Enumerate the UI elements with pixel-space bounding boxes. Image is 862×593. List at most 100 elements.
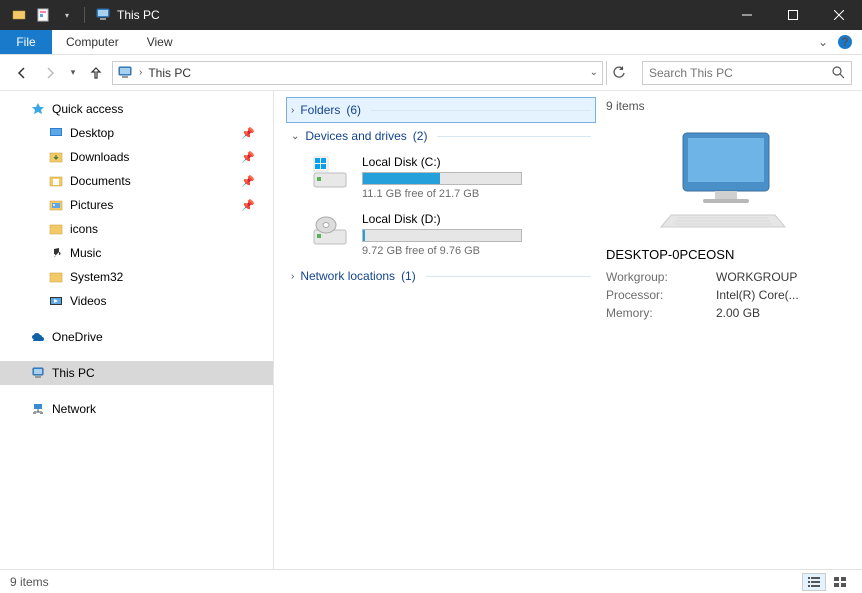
file-tab[interactable]: File (0, 30, 52, 54)
detail-row: Memory: 2.00 GB (606, 306, 840, 320)
detail-row: Processor: Intel(R) Core(... (606, 288, 840, 302)
group-network[interactable]: › Network locations (1) (286, 263, 596, 289)
this-pc-icon (30, 365, 46, 381)
disk-icon (310, 212, 350, 248)
group-count: (6) (346, 103, 361, 117)
drive-free: 11.1 GB free of 21.7 GB (362, 188, 592, 200)
qat-dropdown-icon[interactable]: ▾ (56, 4, 78, 26)
desktop-icon (48, 125, 64, 141)
sidebar-item-label: Quick access (52, 102, 123, 116)
drive-name: Local Disk (D:) (362, 212, 592, 226)
properties-icon[interactable] (32, 4, 54, 26)
sidebar-item-label: Music (70, 246, 101, 260)
downloads-icon (48, 149, 64, 165)
view-large-icons-button[interactable] (828, 573, 852, 591)
group-label: Devices and drives (305, 129, 406, 143)
drive-name: Local Disk (C:) (362, 155, 592, 169)
drive-usage-bar (362, 172, 522, 185)
back-button[interactable] (10, 61, 34, 85)
drive-info: Local Disk (C:) 11.1 GB free of 21.7 GB (362, 155, 592, 200)
sidebar-item-music[interactable]: Music (0, 241, 273, 265)
drive-free: 9.72 GB free of 9.76 GB (362, 245, 592, 257)
detail-key: Workgroup: (606, 270, 716, 284)
status-text: 9 items (10, 575, 49, 589)
pin-icon: 📌 (241, 175, 255, 188)
group-folders[interactable]: › Folders (6) (286, 97, 596, 123)
titlebar: ▾ This PC (0, 0, 862, 30)
pin-icon: 📌 (241, 127, 255, 140)
content: Quick access Desktop 📌 Downloads 📌 Docum… (0, 91, 862, 569)
recent-dropdown[interactable]: ▾ (66, 61, 80, 85)
refresh-button[interactable] (606, 61, 630, 85)
ribbon-expand-icon[interactable]: ⌄ (818, 35, 828, 49)
titlebar-divider (84, 7, 85, 23)
address-dropdown-icon[interactable]: ⌄ (590, 67, 598, 78)
minimize-button[interactable] (724, 0, 770, 30)
this-pc-icon (95, 7, 111, 23)
maximize-button[interactable] (770, 0, 816, 30)
statusbar: 9 items (0, 569, 862, 593)
sidebar-item-documents[interactable]: Documents 📌 (0, 169, 273, 193)
quick-access-toolbar: ▾ (8, 4, 78, 26)
folder-icon (48, 221, 64, 237)
sidebar-item-onedrive[interactable]: OneDrive (0, 325, 273, 349)
sidebar-item-system32[interactable]: System32 (0, 265, 273, 289)
tab-view[interactable]: View (133, 30, 187, 54)
search-bar[interactable] (642, 61, 852, 85)
sidebar-item-label: Pictures (70, 198, 113, 212)
pin-icon: 📌 (241, 199, 255, 212)
sidebar-item-network[interactable]: Network (0, 397, 273, 421)
group-count: (2) (413, 129, 428, 143)
breadcrumb[interactable]: This PC (148, 66, 191, 80)
drive-c[interactable]: Local Disk (C:) 11.1 GB free of 21.7 GB (286, 149, 596, 206)
sidebar-item-desktop[interactable]: Desktop 📌 (0, 121, 273, 145)
close-button[interactable] (816, 0, 862, 30)
group-devices[interactable]: ⌄ Devices and drives (2) (286, 123, 596, 149)
tab-computer[interactable]: Computer (52, 30, 133, 54)
address-bar[interactable]: › This PC ⌄ (112, 61, 603, 85)
detail-row: Workgroup: WORKGROUP (606, 270, 840, 284)
details-pane: 9 items DESKTOP-0PCEOSN Workgroup: WORKG… (596, 97, 850, 563)
sidebar-item-icons[interactable]: icons (0, 217, 273, 241)
search-icon[interactable] (832, 66, 845, 79)
drive-d[interactable]: Local Disk (D:) 9.72 GB free of 9.76 GB (286, 206, 596, 263)
detail-key: Memory: (606, 306, 716, 320)
videos-icon (48, 293, 64, 309)
sidebar-item-label: System32 (70, 270, 123, 284)
sidebar-item-downloads[interactable]: Downloads 📌 (0, 145, 273, 169)
sidebar-item-pictures[interactable]: Pictures 📌 (0, 193, 273, 217)
music-icon (48, 245, 64, 261)
pictures-icon (48, 197, 64, 213)
sidebar-item-label: Desktop (70, 126, 114, 140)
sidebar-item-quick-access[interactable]: Quick access (0, 97, 273, 121)
details-item-count: 9 items (606, 99, 840, 113)
detail-value: Intel(R) Core(... (716, 288, 799, 302)
sidebar-item-this-pc[interactable]: This PC (0, 361, 273, 385)
view-details-button[interactable] (802, 573, 826, 591)
help-icon[interactable]: ? (838, 35, 852, 49)
search-input[interactable] (649, 66, 832, 80)
detail-value: WORKGROUP (716, 270, 797, 284)
disk-icon (310, 155, 350, 191)
star-icon (30, 101, 46, 117)
detail-key: Processor: (606, 288, 716, 302)
documents-icon (48, 173, 64, 189)
sidebar-item-label: Downloads (70, 150, 129, 164)
sidebar: Quick access Desktop 📌 Downloads 📌 Docum… (0, 91, 274, 569)
forward-button[interactable] (38, 61, 62, 85)
pin-icon: 📌 (241, 151, 255, 164)
drive-usage-bar (362, 229, 522, 242)
breadcrumb-chevron-icon[interactable]: › (139, 67, 142, 78)
onedrive-icon (30, 329, 46, 345)
chevron-right-icon: › (291, 271, 294, 282)
group-count: (1) (401, 269, 416, 283)
app-icon (8, 4, 30, 26)
listing: › Folders (6) ⌄ Devices and drives (2) (286, 97, 596, 563)
ribbon: File Computer View ⌄ ? (0, 30, 862, 55)
sidebar-item-videos[interactable]: Videos (0, 289, 273, 313)
up-button[interactable] (84, 61, 108, 85)
main-pane: › Folders (6) ⌄ Devices and drives (2) (274, 91, 862, 569)
chevron-right-icon: › (291, 105, 294, 116)
group-label: Folders (300, 103, 340, 117)
sidebar-item-label: Network (52, 402, 96, 416)
